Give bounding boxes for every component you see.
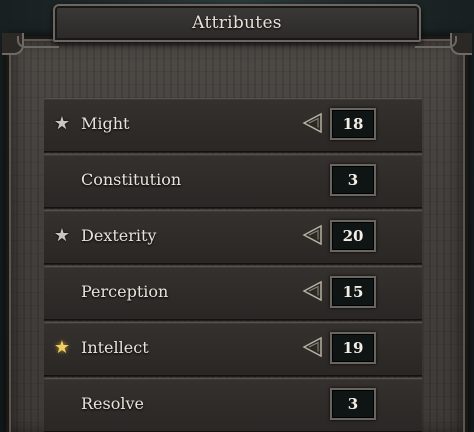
star-icon: ★: [53, 113, 71, 134]
attribute-row-might: ★ Might 18: [44, 98, 422, 152]
attribute-value-dexterity: 20: [342, 227, 364, 245]
panel-title-tab: Attributes: [17, 4, 457, 48]
attribute-label-perception: Perception: [81, 282, 169, 301]
decrease-arrow-icon[interactable]: [302, 280, 324, 302]
attribute-value-intellect: 19: [342, 339, 364, 357]
attribute-row-constitution: Constitution 3: [44, 154, 422, 208]
decrease-arrow-icon[interactable]: [302, 112, 324, 134]
decrease-arrow-icon[interactable]: [302, 336, 324, 358]
attribute-value-constitution: 3: [347, 171, 359, 189]
attribute-value-box-perception: 15: [330, 276, 376, 308]
star-icon: ★: [53, 337, 71, 358]
decrease-arrow-icon[interactable]: [302, 224, 324, 246]
attribute-row-dexterity: ★ Dexterity 20: [44, 210, 422, 264]
attribute-row-intellect: ★ Intellect 19: [44, 322, 422, 376]
attribute-value-box-constitution: 3: [330, 164, 376, 196]
attribute-label-dexterity: Dexterity: [81, 226, 157, 245]
attribute-label-intellect: Intellect: [81, 338, 149, 357]
panel-title: Attributes: [192, 13, 282, 33]
attribute-value-box-resolve: 3: [330, 388, 376, 420]
attribute-label-constitution: Constitution: [81, 170, 182, 189]
attribute-row-perception: Perception 15: [44, 266, 422, 320]
attribute-label-might: Might: [81, 114, 130, 133]
attribute-value-perception: 15: [342, 283, 364, 301]
attribute-value-box-might: 18: [330, 108, 376, 140]
star-icon: ★: [53, 225, 71, 246]
attribute-value-resolve: 3: [347, 395, 359, 413]
attribute-label-resolve: Resolve: [81, 394, 144, 413]
attribute-value-box-intellect: 19: [330, 332, 376, 364]
attribute-list: ★ Might 18 Constitution 3 ★ Dexterity 20…: [44, 98, 422, 432]
attribute-value-might: 18: [342, 115, 364, 133]
attribute-row-resolve: Resolve 3: [44, 378, 422, 432]
character-creation-screen: Attributes ★ Might 18 Constitution 3 ★ D…: [0, 0, 474, 432]
attribute-value-box-dexterity: 20: [330, 220, 376, 252]
